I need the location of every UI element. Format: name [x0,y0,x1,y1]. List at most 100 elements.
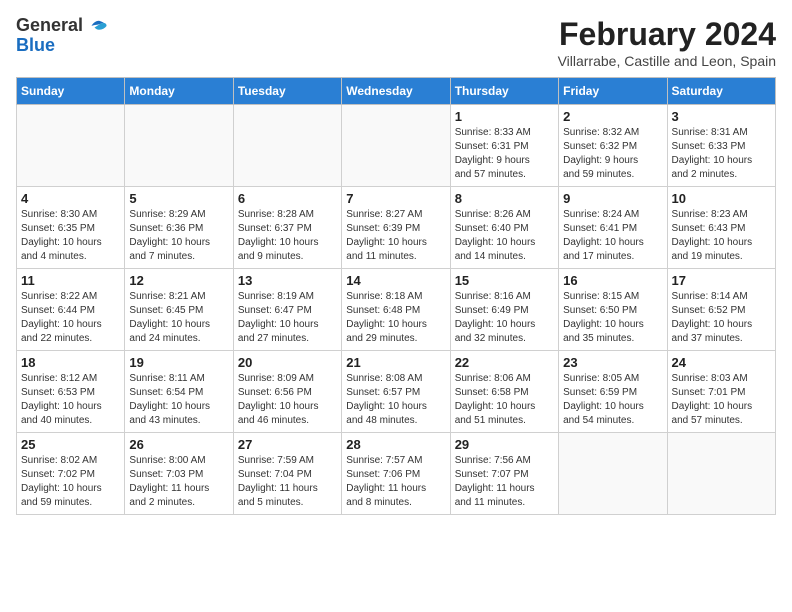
calendar-cell: 16 Sunrise: 8:15 AMSunset: 6:50 PMDayligh… [559,269,667,351]
logo-blue-text: Blue [16,36,108,56]
calendar-cell: 20 Sunrise: 8:09 AMSunset: 6:56 PMDayligh… [233,351,341,433]
weekday-header-thursday: Thursday [450,78,558,105]
day-number: 10 [672,191,771,206]
day-number: 8 [455,191,554,206]
title-area: February 2024 Villarrabe, Castille and L… [558,16,776,69]
calendar-header: SundayMondayTuesdayWednesdayThursdayFrid… [17,78,776,105]
day-number: 13 [238,273,337,288]
day-info: Sunrise: 7:57 AMSunset: 7:06 PMDaylight:… [346,454,445,510]
page-header: General Blue February 2024 Villarrabe, C… [16,16,776,69]
calendar-week-5: 25 Sunrise: 8:02 AMSunset: 7:02 PMDayligh… [17,433,776,515]
day-info: Sunrise: 8:00 AMSunset: 7:03 PMDaylight:… [129,454,228,510]
day-number: 18 [21,355,120,370]
calendar-cell: 11Sunrise: 8:22 AMSunset: 6:44 PMDayligh… [17,269,125,351]
day-number: 14 [346,273,445,288]
day-number: 25 [21,437,120,452]
day-info: Sunrise: 8:32 AMSunset: 6:32 PMDaylight:… [563,126,662,182]
weekday-header-monday: Monday [125,78,233,105]
logo-bird-icon [90,19,108,33]
month-title: February 2024 [558,16,776,53]
calendar-cell [559,433,667,515]
calendar-body: 1 Sunrise: 8:33 AMSunset: 6:31 PMDaylight… [17,105,776,515]
day-number: 22 [455,355,554,370]
day-info: Sunrise: 8:16 AMSunset: 6:49 PMDaylight:… [455,290,554,346]
weekday-header-tuesday: Tuesday [233,78,341,105]
calendar-cell: 14 Sunrise: 8:18 AMSunset: 6:48 PMDayligh… [342,269,450,351]
day-info: Sunrise: 8:11 AMSunset: 6:54 PMDaylight:… [129,372,228,428]
day-info: Sunrise: 8:28 AMSunset: 6:37 PMDaylight:… [238,208,337,264]
calendar-cell: 29Sunrise: 7:56 AMSunset: 7:07 PMDayligh… [450,433,558,515]
day-info: Sunrise: 8:18 AMSunset: 6:48 PMDaylight:… [346,290,445,346]
calendar-table: SundayMondayTuesdayWednesdayThursdayFrid… [16,77,776,515]
calendar-cell [233,105,341,187]
calendar-cell [17,105,125,187]
day-number: 26 [129,437,228,452]
day-info: Sunrise: 8:26 AMSunset: 6:40 PMDaylight:… [455,208,554,264]
day-number: 1 [455,109,554,124]
day-info: Sunrise: 8:21 AMSunset: 6:45 PMDaylight:… [129,290,228,346]
day-number: 12 [129,273,228,288]
calendar-cell: 19 Sunrise: 8:11 AMSunset: 6:54 PMDayligh… [125,351,233,433]
day-info: Sunrise: 7:56 AMSunset: 7:07 PMDaylight:… [455,454,554,510]
day-info: Sunrise: 8:33 AMSunset: 6:31 PMDaylight:… [455,126,554,182]
weekday-header-friday: Friday [559,78,667,105]
logo-general-text: General [16,15,83,35]
day-info: Sunrise: 8:27 AMSunset: 6:39 PMDaylight:… [346,208,445,264]
day-number: 15 [455,273,554,288]
calendar-cell: 13 Sunrise: 8:19 AMSunset: 6:47 PMDayligh… [233,269,341,351]
calendar-cell: 27 Sunrise: 7:59 AMSunset: 7:04 PMDayligh… [233,433,341,515]
day-info: Sunrise: 8:12 AMSunset: 6:53 PMDaylight:… [21,372,120,428]
day-info: Sunrise: 8:31 AMSunset: 6:33 PMDaylight:… [672,126,771,182]
day-number: 19 [129,355,228,370]
weekday-header-saturday: Saturday [667,78,775,105]
calendar-week-4: 18 Sunrise: 8:12 AMSunset: 6:53 PMDayligh… [17,351,776,433]
calendar-cell: 9Sunrise: 8:24 AMSunset: 6:41 PMDaylight… [559,187,667,269]
calendar-cell: 17Sunrise: 8:14 AMSunset: 6:52 PMDayligh… [667,269,775,351]
day-info: Sunrise: 7:59 AMSunset: 7:04 PMDaylight:… [238,454,337,510]
day-number: 23 [563,355,662,370]
day-number: 21 [346,355,445,370]
calendar-cell: 1 Sunrise: 8:33 AMSunset: 6:31 PMDaylight… [450,105,558,187]
day-info: Sunrise: 8:30 AMSunset: 6:35 PMDaylight:… [21,208,120,264]
day-info: Sunrise: 8:09 AMSunset: 6:56 PMDaylight:… [238,372,337,428]
calendar-cell: 7 Sunrise: 8:27 AMSunset: 6:39 PMDaylight… [342,187,450,269]
day-info: Sunrise: 8:06 AMSunset: 6:58 PMDaylight:… [455,372,554,428]
day-info: Sunrise: 8:03 AMSunset: 7:01 PMDaylight:… [672,372,771,428]
calendar-cell: 6 Sunrise: 8:28 AMSunset: 6:37 PMDaylight… [233,187,341,269]
day-number: 6 [238,191,337,206]
calendar-cell: 2 Sunrise: 8:32 AMSunset: 6:32 PMDaylight… [559,105,667,187]
calendar-cell: 21 Sunrise: 8:08 AMSunset: 6:57 PMDayligh… [342,351,450,433]
day-number: 28 [346,437,445,452]
day-info: Sunrise: 8:22 AMSunset: 6:44 PMDaylight:… [21,290,120,346]
day-info: Sunrise: 8:02 AMSunset: 7:02 PMDaylight:… [21,454,120,510]
day-info: Sunrise: 8:05 AMSunset: 6:59 PMDaylight:… [563,372,662,428]
weekday-header-wednesday: Wednesday [342,78,450,105]
calendar-cell [342,105,450,187]
calendar-cell: 26 Sunrise: 8:00 AMSunset: 7:03 PMDayligh… [125,433,233,515]
calendar-cell [667,433,775,515]
calendar-cell: 24 Sunrise: 8:03 AMSunset: 7:01 PMDayligh… [667,351,775,433]
day-info: Sunrise: 8:15 AMSunset: 6:50 PMDaylight:… [563,290,662,346]
day-number: 9 [563,191,662,206]
calendar-week-1: 1 Sunrise: 8:33 AMSunset: 6:31 PMDaylight… [17,105,776,187]
calendar-cell: 22 Sunrise: 8:06 AMSunset: 6:58 PMDayligh… [450,351,558,433]
day-number: 27 [238,437,337,452]
day-info: Sunrise: 8:19 AMSunset: 6:47 PMDaylight:… [238,290,337,346]
day-number: 2 [563,109,662,124]
day-info: Sunrise: 8:29 AMSunset: 6:36 PMDaylight:… [129,208,228,264]
calendar-cell: 28 Sunrise: 7:57 AMSunset: 7:06 PMDayligh… [342,433,450,515]
day-number: 7 [346,191,445,206]
calendar-cell: 23 Sunrise: 8:05 AMSunset: 6:59 PMDayligh… [559,351,667,433]
day-info: Sunrise: 8:08 AMSunset: 6:57 PMDaylight:… [346,372,445,428]
calendar-cell: 4Sunrise: 8:30 AMSunset: 6:35 PMDaylight… [17,187,125,269]
day-number: 16 [563,273,662,288]
day-info: Sunrise: 8:14 AMSunset: 6:52 PMDaylight:… [672,290,771,346]
day-info: Sunrise: 8:23 AMSunset: 6:43 PMDaylight:… [672,208,771,264]
day-number: 5 [129,191,228,206]
day-number: 24 [672,355,771,370]
calendar-cell: 25 Sunrise: 8:02 AMSunset: 7:02 PMDayligh… [17,433,125,515]
location-subtitle: Villarrabe, Castille and Leon, Spain [558,53,776,69]
day-number: 20 [238,355,337,370]
calendar-cell: 18 Sunrise: 8:12 AMSunset: 6:53 PMDayligh… [17,351,125,433]
calendar-cell [125,105,233,187]
